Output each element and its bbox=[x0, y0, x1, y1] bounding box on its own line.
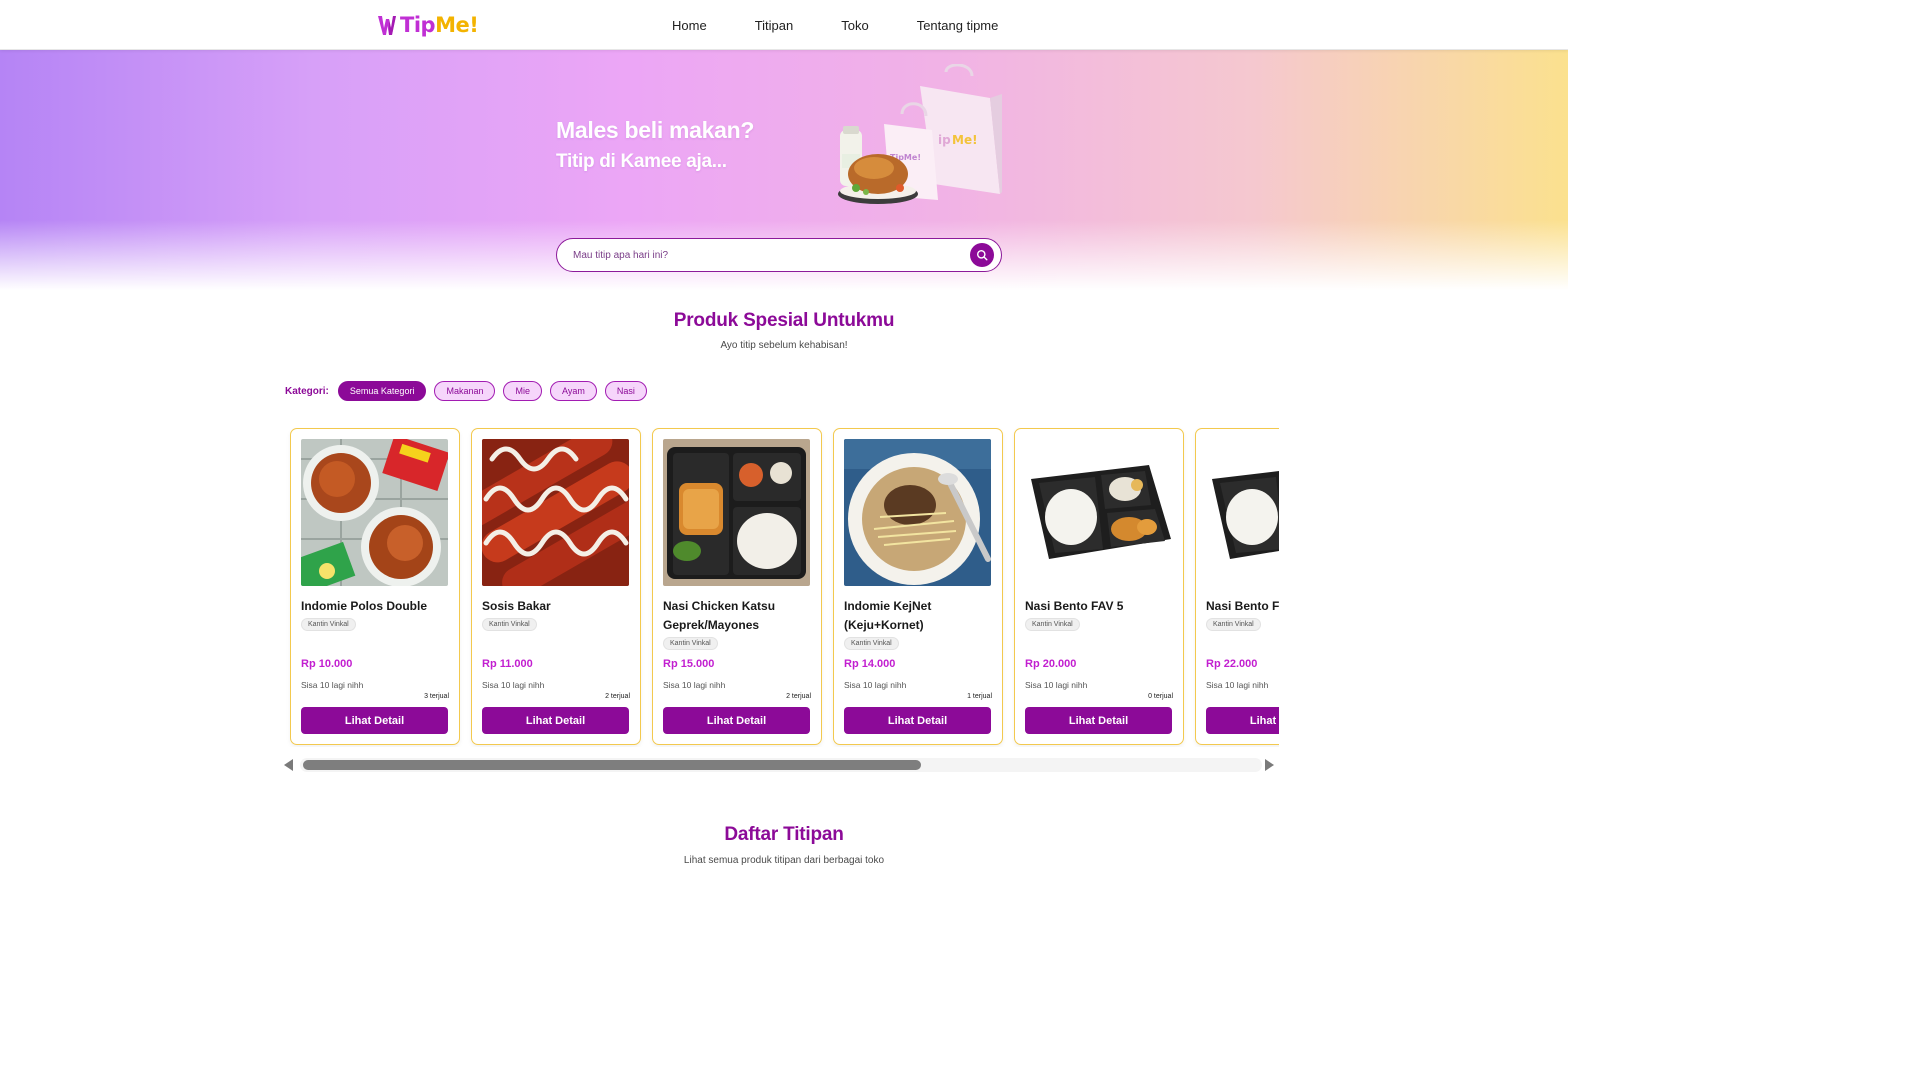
product-card[interactable]: Nasi Bento FAV 6 Kantin Vinkal Rp 22.000… bbox=[1195, 428, 1279, 745]
product-price: Rp 20.000 bbox=[1025, 658, 1077, 670]
store-badge: Kantin Vinkal bbox=[844, 637, 899, 650]
product-name: Nasi Chicken Katsu Geprek/Mayones bbox=[663, 599, 776, 632]
product-price: Rp 11.000 bbox=[482, 658, 533, 670]
daftar-section-title: Daftar Titipan bbox=[724, 824, 844, 845]
sold-count: 3 terjual bbox=[424, 693, 449, 700]
sold-count: 1 terjual bbox=[967, 693, 992, 700]
product-card[interactable]: Indomie KejNet (Keju+Kornet) Kantin Vink… bbox=[833, 428, 1003, 745]
chip-mie[interactable]: Mie bbox=[503, 381, 542, 401]
product-card[interactable]: Sosis Bakar Kantin Vinkal Rp 11.000 Sisa… bbox=[471, 428, 641, 745]
stock-text: Sisa 10 lagi nihh bbox=[482, 680, 545, 690]
product-image-bento bbox=[1025, 439, 1172, 586]
nav-titipan[interactable]: Titipan bbox=[755, 18, 794, 33]
store-badge: Kantin Vinkal bbox=[301, 618, 356, 631]
detail-button[interactable]: Lihat Detail bbox=[663, 707, 810, 734]
svg-text:Me!: Me! bbox=[952, 133, 978, 147]
detail-button[interactable]: Lihat Detail bbox=[844, 707, 991, 734]
product-card[interactable]: Indomie Polos Double Kantin Vinkal Rp 10… bbox=[290, 428, 460, 745]
stock-text: Sisa 10 lagi nihh bbox=[1025, 680, 1088, 690]
logo-text-me: Me! bbox=[435, 13, 479, 37]
daftar-section-subtitle: Lihat semua produk titipan dari berbagai… bbox=[683, 855, 885, 866]
product-price: Rp 15.000 bbox=[663, 658, 715, 670]
product-name: Nasi Bento FAV 6 bbox=[1206, 599, 1279, 613]
special-section-subtitle: Ayo titip sebelum kehabisan! bbox=[720, 340, 848, 351]
carousel-scrollbar-thumb[interactable] bbox=[303, 760, 921, 770]
category-label: Kategori: bbox=[285, 385, 329, 397]
chip-nasi[interactable]: Nasi bbox=[604, 381, 647, 401]
detail-button[interactable]: Lihat Detail bbox=[301, 707, 448, 734]
product-card[interactable]: Nasi Chicken Katsu Geprek/Mayones Kantin… bbox=[652, 428, 822, 745]
special-section-title: Produk Spesial Untukmu bbox=[673, 310, 895, 331]
detail-button[interactable]: Lihat Detail bbox=[482, 707, 629, 734]
store-badge: Kantin Vinkal bbox=[1206, 618, 1261, 631]
detail-button[interactable]: Lihat Detail bbox=[1206, 707, 1279, 734]
store-badge: Kantin Vinkal bbox=[663, 637, 718, 650]
sold-count: 2 terjual bbox=[786, 693, 811, 700]
product-image-katsu bbox=[663, 439, 810, 586]
tipme-logo[interactable]: TipMe! bbox=[377, 11, 479, 39]
product-image-sausage bbox=[482, 439, 629, 586]
product-card[interactable]: Nasi Bento FAV 5 Kantin Vinkal Rp 20.000… bbox=[1014, 428, 1184, 745]
product-price: Rp 14.000 bbox=[844, 658, 896, 670]
product-image-kejnet bbox=[844, 439, 991, 586]
search-icon bbox=[977, 250, 988, 261]
product-name: Nasi Bento FAV 5 bbox=[1025, 599, 1124, 613]
nav-toko[interactable]: Toko bbox=[841, 18, 868, 33]
detail-button[interactable]: Lihat Detail bbox=[1025, 707, 1172, 734]
product-price: Rp 10.000 bbox=[301, 658, 353, 670]
search-button[interactable] bbox=[970, 243, 994, 267]
product-name: Indomie KejNet (Keju+Kornet) bbox=[844, 599, 932, 632]
product-name: Indomie Polos Double bbox=[301, 599, 428, 613]
top-navbar: TipMe! Home Titipan Toko Tentang tipme bbox=[0, 0, 1568, 50]
hero-title: Males beli makan? bbox=[556, 117, 755, 143]
svg-text:ip: ip bbox=[938, 133, 951, 147]
product-image-bento bbox=[1206, 439, 1279, 586]
hero-subtitle: Titip di Kamee aja... bbox=[556, 151, 727, 172]
search-input[interactable] bbox=[557, 239, 970, 271]
page: TipMe! Home Titipan Toko Tentang tipme M… bbox=[0, 0, 1568, 882]
shopping-bags-illustration: ip Me! TipMe! bbox=[838, 64, 1002, 204]
stock-text: Sisa 10 lagi nihh bbox=[844, 680, 907, 690]
scroll-left-arrow-icon[interactable] bbox=[284, 759, 293, 771]
logo-text: TipMe! bbox=[400, 13, 479, 37]
store-badge: Kantin Vinkal bbox=[482, 618, 537, 631]
category-filter: Kategori: Semua Kategori Makanan Mie Aya… bbox=[285, 381, 655, 401]
nav-tentang-tipme[interactable]: Tentang tipme bbox=[917, 18, 999, 33]
scroll-right-arrow-icon[interactable] bbox=[1265, 759, 1274, 771]
product-name: Sosis Bakar bbox=[482, 599, 551, 613]
chip-ayam[interactable]: Ayam bbox=[550, 381, 597, 401]
chip-makanan[interactable]: Makanan bbox=[434, 381, 496, 401]
nav-links: Home Titipan Toko Tentang tipme bbox=[660, 0, 998, 50]
logo-text-tip: Tip bbox=[400, 13, 436, 37]
nav-home[interactable]: Home bbox=[672, 18, 707, 33]
product-price: Rp 22.000 bbox=[1206, 658, 1258, 670]
stock-text: Sisa 10 lagi nihh bbox=[301, 680, 364, 690]
sold-count: 2 terjual bbox=[605, 693, 630, 700]
logo-mark-icon bbox=[378, 16, 396, 35]
search-bar bbox=[556, 238, 1002, 272]
stock-text: Sisa 10 lagi nihh bbox=[663, 680, 726, 690]
chip-semua-kategori[interactable]: Semua Kategori bbox=[337, 381, 427, 401]
store-badge: Kantin Vinkal bbox=[1025, 618, 1080, 631]
sold-count: 0 terjual bbox=[1148, 693, 1173, 700]
product-carousel: Indomie Polos Double Kantin Vinkal Rp 10… bbox=[285, 427, 1279, 747]
product-image-noodles bbox=[301, 439, 448, 586]
stock-text: Sisa 10 lagi nihh bbox=[1206, 680, 1269, 690]
